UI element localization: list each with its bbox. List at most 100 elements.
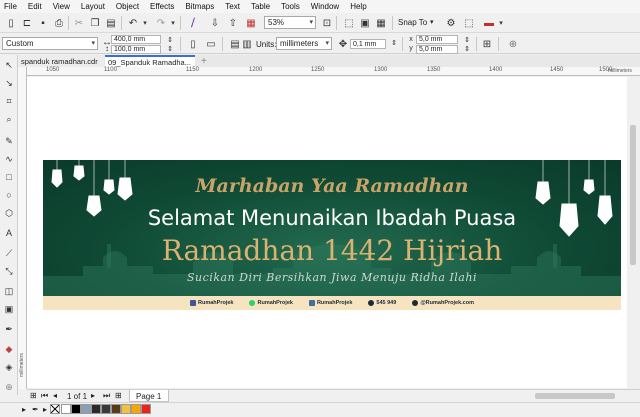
color-swatch[interactable] bbox=[71, 404, 81, 414]
show-grid-icon[interactable]: ▦ bbox=[374, 16, 388, 30]
new-document-icon[interactable]: ▯ bbox=[4, 16, 18, 30]
search-content-icon[interactable]: ⧸ bbox=[186, 16, 200, 30]
vertical-scroll-thumb[interactable] bbox=[630, 125, 636, 265]
add-tool-icon[interactable]: ⊕ bbox=[3, 381, 15, 393]
smart-fill-icon[interactable]: ◈ bbox=[3, 361, 15, 373]
drop-shadow-icon[interactable]: ◫ bbox=[3, 285, 15, 297]
rectangle-tool-icon[interactable]: □ bbox=[3, 171, 15, 183]
palette-menu-icon[interactable]: ▸ bbox=[43, 405, 47, 414]
polygon-tool-icon[interactable]: ⬡ bbox=[3, 207, 15, 219]
horizontal-scroll-thumb[interactable] bbox=[535, 393, 615, 399]
menu-file[interactable]: File bbox=[4, 2, 17, 11]
color-swatch[interactable] bbox=[141, 404, 151, 414]
units-select[interactable]: millimeters ▾ bbox=[276, 37, 332, 50]
nudge-distance-field[interactable]: 0,1 mm bbox=[350, 39, 386, 49]
palette-scroll-left-icon[interactable]: ▸ bbox=[22, 405, 26, 414]
document-navigator-icon[interactable]: ⊞ bbox=[30, 391, 37, 400]
full-screen-icon[interactable]: ⬚ bbox=[342, 16, 356, 30]
duplicate-x-field[interactable]: 5,0 mm bbox=[416, 35, 458, 44]
show-rulers-icon[interactable]: ▣ bbox=[358, 16, 372, 30]
tab-spanduk-ramadhan[interactable]: spanduk ramadhan.cdr bbox=[18, 55, 104, 67]
menu-view[interactable]: View bbox=[53, 2, 70, 11]
color-swatch[interactable] bbox=[131, 404, 141, 414]
width-spinner-icon[interactable]: ⇕ bbox=[163, 35, 177, 44]
menu-tools[interactable]: Tools bbox=[281, 2, 300, 11]
page-height-field[interactable]: 100,0 mm bbox=[111, 45, 161, 54]
landscape-icon[interactable]: ▭ bbox=[204, 37, 218, 51]
vertical-ruler[interactable]: millimeters bbox=[18, 67, 27, 389]
eyedropper-palette-icon[interactable]: ✒ bbox=[32, 405, 39, 414]
menu-effects[interactable]: Effects bbox=[150, 2, 174, 11]
treat-as-filled-icon[interactable]: ⊞ bbox=[480, 37, 494, 51]
parallel-dimension-icon[interactable]: ⟋ bbox=[3, 247, 15, 259]
color-swatch[interactable] bbox=[61, 404, 71, 414]
menu-object[interactable]: Object bbox=[116, 2, 139, 11]
text-tool-icon[interactable]: A bbox=[3, 227, 15, 239]
menu-bitmaps[interactable]: Bitmaps bbox=[185, 2, 214, 11]
launcher-dropdown-icon[interactable]: ▾ bbox=[494, 16, 508, 30]
ramadhan-banner[interactable]: Marhaban Yaa Ramadhan Selamat Menunaikan… bbox=[43, 160, 621, 310]
zoom-tool-icon[interactable]: ⌕ bbox=[3, 113, 15, 125]
coreldraw-window: File Edit View Layout Object Effects Bit… bbox=[0, 0, 640, 417]
zoom-to-fit-icon[interactable]: ⊡ bbox=[320, 16, 334, 30]
menu-edit[interactable]: Edit bbox=[28, 2, 42, 11]
height-spinner-icon[interactable]: ⇕ bbox=[163, 44, 177, 53]
add-page-icon[interactable]: ⊞ bbox=[115, 391, 122, 400]
connector-tool-icon[interactable]: ⤡ bbox=[3, 265, 15, 277]
page-preset-select[interactable]: Custom ▾ bbox=[2, 37, 98, 50]
cut-icon[interactable]: ✂ bbox=[72, 16, 86, 30]
menu-text[interactable]: Text bbox=[225, 2, 240, 11]
undo-dropdown-icon[interactable]: ▾ bbox=[138, 16, 152, 30]
nudge-spinner-icon[interactable]: ⇕ bbox=[387, 37, 401, 49]
first-page-icon[interactable]: ⏮ bbox=[41, 391, 48, 401]
tab-09-spanduk[interactable]: 09_Spanduk Ramadha... bbox=[105, 55, 195, 67]
next-page-icon[interactable]: ▸ bbox=[91, 391, 95, 400]
tab-page-1[interactable]: Page 1 bbox=[129, 390, 169, 402]
menu-table[interactable]: Table bbox=[251, 2, 270, 11]
shape-tool-icon[interactable]: ↘ bbox=[3, 77, 15, 89]
freehand-tool-icon[interactable]: ✎ bbox=[3, 135, 15, 147]
color-swatch[interactable] bbox=[101, 404, 111, 414]
last-page-icon[interactable]: ⏭ bbox=[103, 391, 110, 401]
previous-page-icon[interactable]: ◂ bbox=[53, 391, 57, 400]
dup-x-spinner-icon[interactable]: ⇕ bbox=[460, 35, 474, 44]
snap-to-button[interactable]: Snap To bbox=[398, 18, 427, 27]
open-folder-icon[interactable]: ⊏ bbox=[20, 16, 34, 30]
add-icon[interactable]: ⊕ bbox=[506, 37, 520, 51]
export-icon[interactable]: ⇧ bbox=[226, 16, 240, 30]
zoom-combo[interactable]: 53% ▾ bbox=[264, 16, 316, 29]
current-page-icon[interactable]: ▥ bbox=[240, 37, 254, 51]
import-icon[interactable]: ⇩ bbox=[208, 16, 222, 30]
redo-dropdown-icon[interactable]: ▾ bbox=[166, 16, 180, 30]
page-width-field[interactable]: 400,0 mm bbox=[111, 35, 161, 44]
no-fill-swatch[interactable] bbox=[50, 404, 60, 414]
interactive-fill-icon[interactable]: ◆ bbox=[3, 343, 15, 355]
ellipse-tool-icon[interactable]: ○ bbox=[3, 189, 15, 201]
paste-icon[interactable]: ▤ bbox=[104, 16, 118, 30]
publish-pdf-icon[interactable]: ▦ bbox=[244, 16, 258, 30]
duplicate-y-field[interactable]: 5,0 mm bbox=[416, 45, 458, 54]
transparency-icon[interactable]: ▣ bbox=[3, 303, 15, 315]
menu-window[interactable]: Window bbox=[311, 2, 339, 11]
application-launcher-icon[interactable]: ⬚ bbox=[462, 16, 476, 30]
standard-toolbar: ▯ ⊏ ▪ ⎙ ✂ ❐ ▤ ↶ ▾ ↷ ▾ ⧸ ⇩ ⇧ ▦ 53% ▾ ⊡ ⬚ … bbox=[0, 13, 640, 33]
pick-tool-icon[interactable]: ↖ bbox=[3, 59, 15, 71]
new-tab-icon[interactable]: + bbox=[198, 55, 210, 67]
copy-icon[interactable]: ❐ bbox=[88, 16, 102, 30]
artistic-media-icon[interactable]: ∿ bbox=[3, 153, 15, 165]
portrait-icon[interactable]: ▯ bbox=[186, 37, 200, 51]
eyedropper-icon[interactable]: ✒ bbox=[3, 323, 15, 335]
dup-y-spinner-icon[interactable]: ⇕ bbox=[460, 44, 474, 53]
print-icon[interactable]: ⎙ bbox=[52, 16, 66, 30]
menu-layout[interactable]: Layout bbox=[81, 2, 105, 11]
menu-help[interactable]: Help bbox=[350, 2, 366, 11]
color-swatch[interactable] bbox=[121, 404, 131, 414]
snap-to-dropdown-icon[interactable]: ▾ bbox=[430, 18, 434, 26]
options-icon[interactable]: ⚙ bbox=[444, 16, 458, 30]
horizontal-ruler[interactable]: 1050 1100 1150 1200 1250 1300 1350 1400 … bbox=[26, 67, 640, 76]
crop-tool-icon[interactable]: ⌗ bbox=[3, 95, 15, 107]
color-swatch[interactable] bbox=[91, 404, 101, 414]
color-swatch[interactable] bbox=[111, 404, 121, 414]
color-swatch[interactable] bbox=[81, 404, 91, 414]
save-icon[interactable]: ▪ bbox=[36, 16, 50, 30]
